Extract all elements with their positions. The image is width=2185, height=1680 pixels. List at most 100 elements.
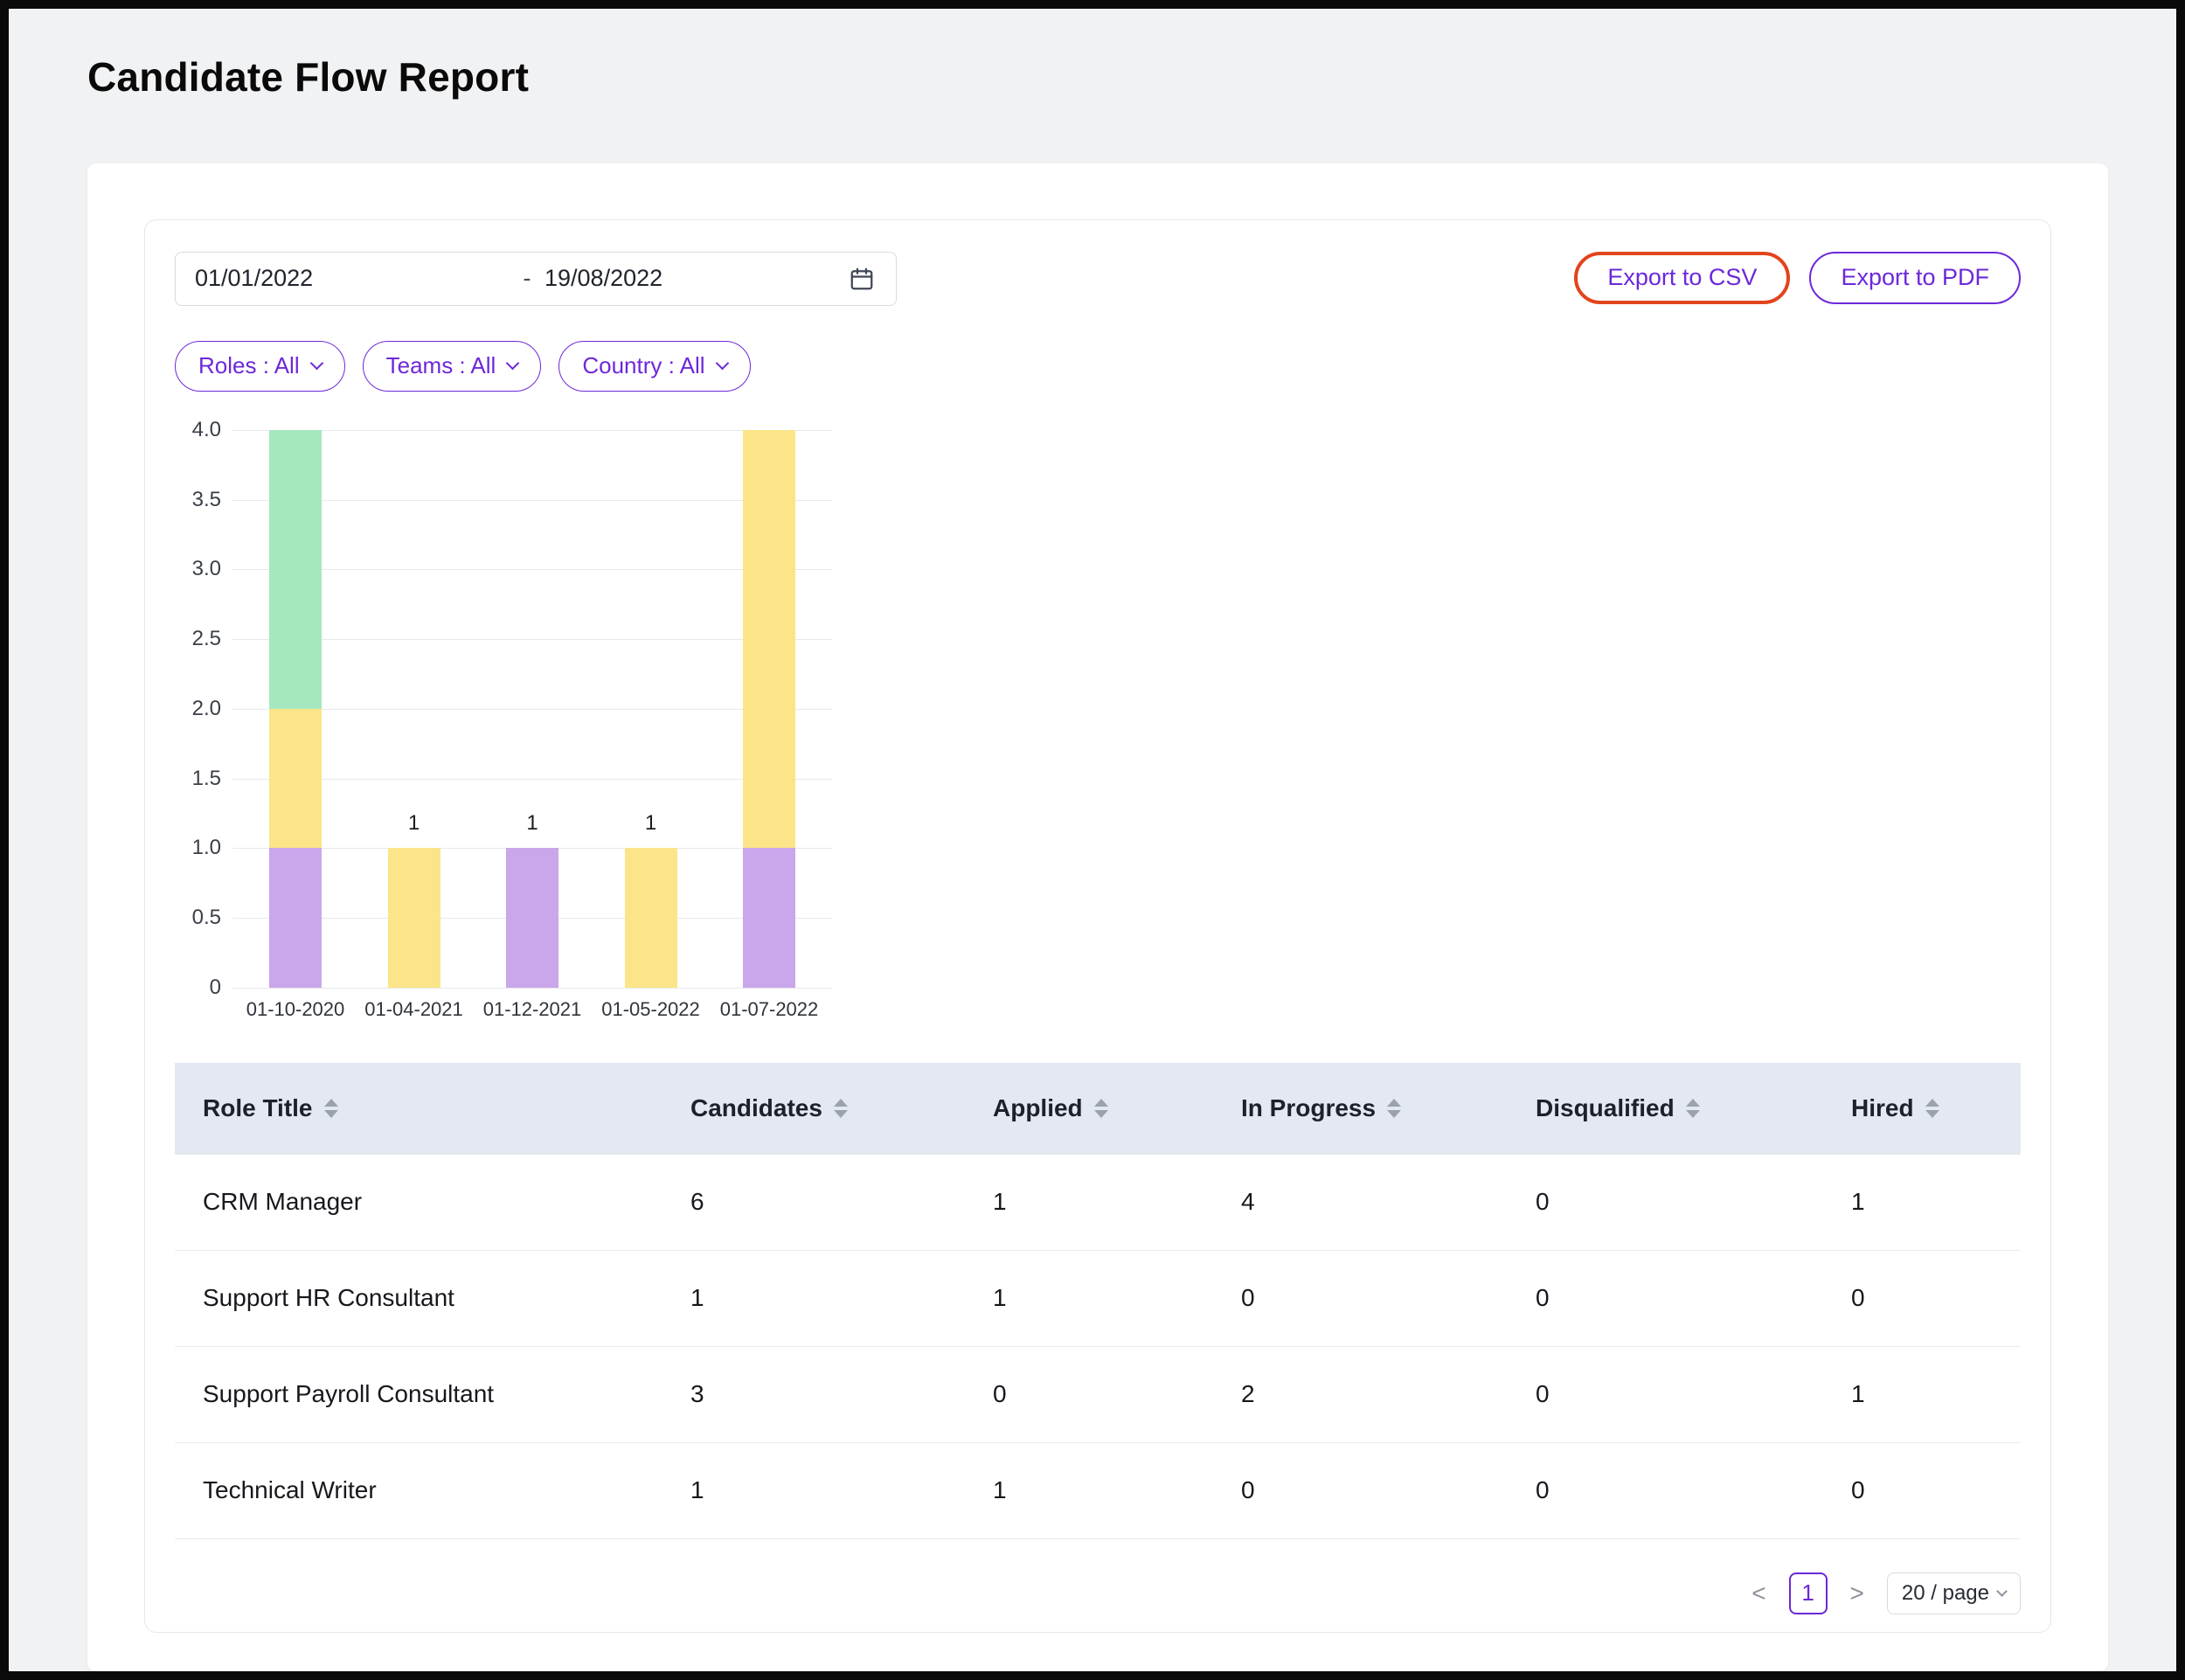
x-axis-tick: 01-04-2021 [353, 998, 475, 1021]
table-body: CRM Manager61401Support HR Consultant110… [175, 1155, 2021, 1539]
value-cell: 0 [1536, 1380, 1851, 1408]
filter-label: Country : All [582, 352, 704, 379]
y-axis-tick: 0 [175, 975, 221, 1001]
table-row: Support HR Consultant11000 [175, 1251, 2021, 1347]
table-row: CRM Manager61401 [175, 1155, 2021, 1251]
value-cell: 0 [1241, 1476, 1536, 1504]
toolbar: 01/01/2022 - 19/08/2022 Export to CSV [175, 252, 2021, 306]
table-row: Support Payroll Consultant30201 [175, 1347, 2021, 1443]
sort-down-icon [324, 1110, 338, 1118]
value-cell: 4 [1241, 1188, 1536, 1216]
sort-arrows-icon[interactable] [1387, 1099, 1401, 1118]
x-axis-tick: 01-12-2021 [471, 998, 593, 1021]
x-axis-tick: 01-10-2020 [234, 998, 357, 1021]
page-title: Candidate Flow Report [87, 54, 2176, 101]
y-axis-tick: 1.5 [175, 766, 221, 792]
filter-roles[interactable]: Roles : All [175, 341, 345, 392]
role-title-cell: Support Payroll Consultant [203, 1380, 690, 1408]
report-panel: 01/01/2022 - 19/08/2022 Export to CSV [144, 219, 2051, 1633]
value-cell: 3 [690, 1380, 993, 1408]
sort-down-icon [1686, 1110, 1700, 1118]
column-label: Candidates [690, 1094, 822, 1122]
value-cell: 2 [1241, 1380, 1536, 1408]
next-page-button[interactable]: > [1847, 1578, 1868, 1609]
column-header-disqualified[interactable]: Disqualified [1536, 1094, 1851, 1122]
sort-down-icon [834, 1110, 848, 1118]
column-header-role-title[interactable]: Role Title [203, 1094, 690, 1122]
sort-up-icon [1686, 1099, 1700, 1107]
sort-down-icon [1925, 1110, 1939, 1118]
app-window: Candidate Flow Report 01/01/2022 - 19/08… [0, 0, 2185, 1680]
column-header-applied[interactable]: Applied [993, 1094, 1241, 1122]
sort-arrows-icon[interactable] [1686, 1099, 1700, 1118]
column-header-in-progress[interactable]: In Progress [1241, 1094, 1536, 1122]
page-size-select[interactable]: 20 / page [1887, 1572, 2021, 1614]
export-buttons: Export to CSV Export to PDF [1574, 252, 2021, 304]
role-title-cell: Technical Writer [203, 1476, 690, 1504]
column-label: Disqualified [1536, 1094, 1675, 1122]
column-label: Role Title [203, 1094, 313, 1122]
date-start-value[interactable]: 01/01/2022 [195, 265, 510, 292]
sort-down-icon [1387, 1110, 1401, 1118]
sort-up-icon [1094, 1099, 1108, 1107]
column-header-candidates[interactable]: Candidates [690, 1094, 993, 1122]
table-row: Technical Writer11000 [175, 1443, 2021, 1539]
value-cell: 1 [690, 1284, 993, 1312]
y-axis-tick: 1.0 [175, 835, 221, 861]
bar-segment-yellow [269, 709, 322, 849]
prev-page-button[interactable]: < [1748, 1578, 1769, 1609]
role-title-cell: CRM Manager [203, 1188, 690, 1216]
x-axis-tick: 01-05-2022 [590, 998, 712, 1021]
column-header-hired[interactable]: Hired [1851, 1094, 2021, 1122]
chevron-down-icon [506, 357, 520, 371]
value-cell: 0 [1536, 1476, 1851, 1504]
bar-segment-purple [743, 848, 795, 988]
value-cell: 0 [1241, 1284, 1536, 1312]
date-separator: - [510, 265, 545, 292]
x-axis-tick: 01-07-2022 [708, 998, 830, 1021]
gridline [232, 988, 832, 989]
export-pdf-button[interactable]: Export to PDF [1809, 252, 2021, 304]
value-cell: 1 [1851, 1188, 2021, 1216]
filter-label: Teams : All [386, 352, 496, 379]
y-axis-tick: 2.5 [175, 626, 221, 652]
bar-segment-yellow [625, 848, 677, 988]
date-range-input[interactable]: 01/01/2022 - 19/08/2022 [175, 252, 897, 306]
sort-up-icon [834, 1099, 848, 1107]
role-title-cell: Support HR Consultant [203, 1284, 690, 1312]
filter-teams[interactable]: Teams : All [363, 341, 542, 392]
filters-row: Roles : All Teams : All Country : All [175, 341, 2021, 392]
bar-value-label: 1 [497, 811, 567, 836]
roles-table: Role Title Candidates Applied In Progress Di… [175, 1063, 2021, 1539]
export-csv-button[interactable]: Export to CSV [1574, 252, 1790, 304]
filter-label: Roles : All [198, 352, 300, 379]
sort-arrows-icon[interactable] [324, 1099, 338, 1118]
y-axis-tick: 3.0 [175, 556, 221, 582]
value-cell: 0 [1536, 1188, 1851, 1216]
report-card: 01/01/2022 - 19/08/2022 Export to CSV [87, 163, 2108, 1671]
page-size-label: 20 / page [1902, 1581, 1989, 1606]
column-label: Hired [1851, 1094, 1914, 1122]
sort-up-icon [1387, 1099, 1401, 1107]
sort-arrows-icon[interactable] [1925, 1099, 1939, 1118]
chevron-down-icon [1996, 1586, 2008, 1598]
current-page-button[interactable]: 1 [1789, 1572, 1828, 1614]
bar-segment-purple [506, 848, 558, 988]
column-label: In Progress [1241, 1094, 1376, 1122]
table-header: Role Title Candidates Applied In Progress Di… [175, 1063, 2021, 1155]
chart-plot: 111 [232, 430, 832, 988]
value-cell: 0 [993, 1380, 1241, 1408]
sort-arrows-icon[interactable] [834, 1099, 848, 1118]
sort-arrows-icon[interactable] [1094, 1099, 1108, 1118]
date-end-value[interactable]: 19/08/2022 [545, 265, 849, 292]
filter-country[interactable]: Country : All [558, 341, 750, 392]
value-cell: 6 [690, 1188, 993, 1216]
chevron-down-icon [715, 357, 729, 371]
y-axis-tick: 0.5 [175, 905, 221, 931]
value-cell: 1 [993, 1188, 1241, 1216]
value-cell: 0 [1536, 1284, 1851, 1312]
column-label: Applied [993, 1094, 1083, 1122]
sort-up-icon [1925, 1099, 1939, 1107]
value-cell: 0 [1851, 1284, 2021, 1312]
calendar-icon[interactable] [849, 266, 875, 292]
